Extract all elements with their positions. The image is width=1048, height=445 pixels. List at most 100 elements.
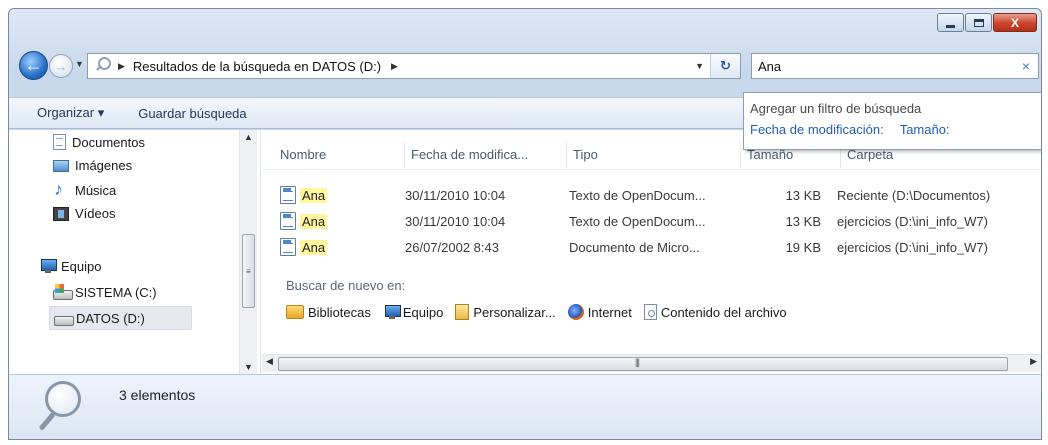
breadcrumb-chevron-icon[interactable]: ▶ [118, 61, 125, 72]
address-dropdown-icon[interactable]: ▼ [695, 61, 704, 71]
table-row[interactable]: Ana 30/11/2010 10:04 Texto de OpenDocum.… [262, 184, 1017, 206]
sidebar-item-images[interactable]: Imágenes [53, 158, 132, 173]
sidebar-item-label: Documentos [72, 134, 145, 150]
details-pane: 3 elementos [9, 374, 1041, 439]
forward-button[interactable]: → [49, 54, 73, 78]
music-icon [53, 179, 69, 200]
sidebar-item-videos[interactable]: Vídeos [53, 206, 115, 221]
search-custom-button[interactable]: Personalizar... [455, 304, 556, 320]
file-type: Texto de OpenDocum... [569, 187, 706, 203]
file-folder: ejercicios (D:\ini_info_W7) [837, 239, 988, 255]
horizontal-scrollbar[interactable]: ◀ ||| ▶ [262, 354, 1041, 372]
navigation-scrollbar[interactable]: ▲ ≡ ▼ [239, 130, 257, 374]
file-size: 13 KB [785, 187, 821, 203]
search-icon [90, 55, 112, 77]
search-computer-button[interactable]: Equipo [383, 304, 443, 320]
file-date: 26/07/2002 8:43 [405, 239, 499, 255]
search-libraries-button[interactable]: Bibliotecas [286, 305, 371, 320]
column-type[interactable]: Tipo [567, 142, 741, 168]
sidebar-item-documents[interactable]: Documentos [53, 134, 145, 150]
sidebar-item-music[interactable]: Música [53, 179, 117, 200]
breadcrumb-chevron-icon[interactable]: ▶ [391, 61, 398, 72]
minimize-icon [946, 24, 955, 28]
navigation-bar: ← → ▼ ▶ Resultados de la búsqueda en DAT… [15, 49, 1039, 83]
scrollbar-thumb[interactable]: ||| [278, 357, 1008, 371]
file-size: 19 KB [785, 239, 821, 255]
file-name-cell: Ana [262, 212, 399, 230]
search-file-contents-button[interactable]: Contenido del archivo [643, 304, 787, 320]
sidebar-item-label: Vídeos [75, 206, 116, 221]
library-icon [286, 305, 304, 319]
file-type: Texto de OpenDocum... [569, 213, 706, 229]
location-label: Personalizar... [473, 304, 556, 320]
refresh-icon: ↻ [720, 58, 731, 73]
search-internet-button[interactable]: Internet [567, 304, 632, 320]
address-bar[interactable]: ▶ Resultados de la búsqueda en DATOS (D:… [87, 53, 741, 79]
scroll-down-icon[interactable]: ▼ [244, 362, 253, 372]
scroll-right-icon[interactable]: ▶ [1030, 356, 1037, 367]
location-label: Contenido del archivo [660, 304, 787, 320]
content-area: Documentos Imágenes Música Vídeos Equipo… [9, 130, 1041, 374]
file-content-icon [643, 304, 657, 320]
text-document-icon [280, 238, 296, 256]
sidebar-item-label: Equipo [61, 258, 102, 274]
caption-buttons: X [937, 13, 1037, 32]
drive-icon [54, 310, 74, 326]
filter-size[interactable]: Tamaño: [900, 122, 950, 137]
maximize-button[interactable] [965, 13, 992, 32]
grip-icon: ||| [635, 357, 640, 367]
table-row[interactable]: Ana 26/07/2002 8:43 Documento de Micro..… [262, 236, 1017, 258]
video-icon [53, 206, 69, 221]
file-name: Ana [300, 239, 328, 255]
search-box[interactable]: × [751, 53, 1039, 79]
column-name[interactable]: Nombre [262, 142, 405, 168]
search-icon [35, 379, 83, 435]
sidebar-item-label: Imágenes [75, 158, 133, 173]
column-date-modified[interactable]: Fecha de modifica... [405, 142, 567, 168]
file-name-cell: Ana [262, 186, 399, 204]
back-arrow-icon: ← [24, 55, 43, 75]
back-button[interactable]: ← [19, 51, 48, 80]
search-input[interactable] [758, 58, 1008, 74]
close-icon: X [1010, 15, 1019, 30]
file-name: Ana [300, 213, 328, 229]
image-icon [53, 159, 69, 172]
breadcrumb[interactable]: Resultados de la búsqueda en DATOS (D:) [133, 59, 381, 74]
explorer-window: X ← → ▼ ▶ Resultados de la búsqueda en D… [8, 8, 1042, 440]
sidebar-item-label: Música [75, 182, 117, 198]
sidebar-item-computer[interactable]: Equipo [39, 258, 101, 274]
forward-arrow-icon: → [54, 58, 68, 74]
computer-icon [39, 258, 57, 274]
scroll-left-icon[interactable]: ◀ [266, 356, 273, 367]
recent-pages-dropdown[interactable]: ▼ [75, 59, 84, 69]
file-size: 13 KB [785, 213, 821, 229]
file-date: 30/11/2010 10:04 [405, 213, 506, 229]
system-drive-icon [53, 284, 73, 300]
save-search-button[interactable]: Guardar búsqueda [138, 106, 246, 121]
maximize-icon [973, 18, 984, 27]
sidebar-item-data-drive[interactable]: DATOS (D:) [49, 306, 192, 330]
table-row[interactable]: Ana 30/11/2010 10:04 Texto de OpenDocum.… [262, 210, 1017, 232]
scrollbar-thumb[interactable]: ≡ [242, 234, 255, 308]
clear-search-icon[interactable]: × [1022, 58, 1030, 74]
grip-icon: ≡ [246, 267, 251, 276]
search-filter-dropdown: Agregar un filtro de búsqueda Fecha de m… [743, 92, 1041, 150]
browser-icon [567, 304, 584, 320]
refresh-button[interactable]: ↻ [710, 54, 740, 78]
file-list-pane: Nombre Fecha de modifica... Tipo Tamaño … [262, 130, 1041, 374]
file-folder: Reciente (D:\Documentos) [837, 187, 991, 203]
location-label: Equipo [402, 304, 444, 320]
text-document-icon [280, 212, 296, 230]
sidebar-item-system-drive[interactable]: SISTEMA (C:) [53, 284, 157, 300]
filter-date-modified[interactable]: Fecha de modificación: [750, 122, 884, 137]
scroll-up-icon[interactable]: ▲ [244, 132, 253, 142]
document-icon [53, 134, 66, 150]
sidebar-item-label: DATOS (D:) [76, 310, 145, 326]
minimize-button[interactable] [937, 13, 964, 32]
item-count: 3 elementos [119, 387, 196, 403]
text-document-icon [280, 186, 296, 204]
organize-button[interactable]: Organizar ▾ [37, 105, 104, 121]
filter-options: Fecha de modificación: Tamaño: [750, 122, 1036, 137]
computer-icon [383, 304, 401, 320]
close-button[interactable]: X [993, 13, 1037, 32]
